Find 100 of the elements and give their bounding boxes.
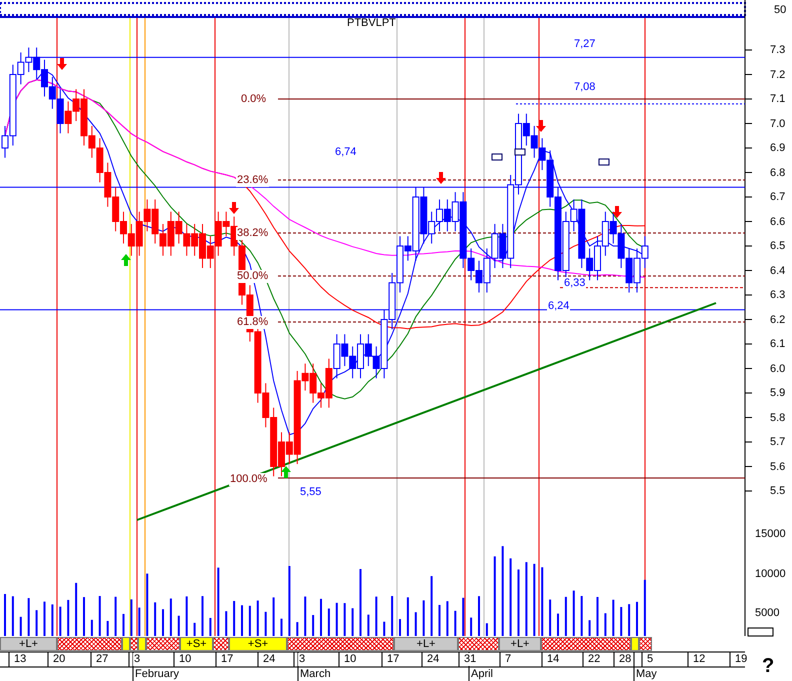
signal-segment: +S+	[229, 637, 287, 651]
volume-bar	[51, 604, 54, 636]
volume-axis-label: 15000	[755, 528, 786, 541]
price-axis-label: 7.3	[770, 44, 786, 57]
volume-bar	[75, 582, 78, 636]
volume-bar	[225, 611, 228, 636]
volume-bar	[170, 598, 172, 636]
help-icon[interactable]: ?	[762, 655, 774, 678]
volume-bar	[588, 620, 591, 636]
level-label: 5,55	[299, 486, 322, 499]
volume-bar	[20, 616, 22, 636]
fibonacci-label: 23.6%	[236, 174, 270, 187]
volume-bar	[67, 600, 70, 636]
price-axis-label: 5.7	[770, 436, 786, 449]
volume-bar	[620, 606, 622, 636]
marker-icon	[492, 154, 502, 160]
volume-bar	[256, 600, 259, 636]
volume-bar	[304, 596, 306, 636]
volume-bar	[430, 576, 433, 636]
price-axis-label: 6.5	[770, 240, 786, 253]
up-arrow-icon	[121, 254, 131, 266]
level-label: 6,74	[334, 146, 358, 159]
scrollbar-icon	[748, 628, 774, 636]
volume-bar	[454, 610, 456, 636]
volume-bar	[391, 596, 394, 636]
month-label: February	[135, 668, 180, 681]
price-axis-label: 5.9	[770, 387, 786, 400]
signal-segment: +L+	[499, 637, 541, 651]
volume-bar	[248, 606, 251, 636]
fibonacci-label: 50.0%	[236, 270, 270, 283]
volume-bar	[328, 608, 330, 636]
volume-bar	[375, 596, 378, 636]
level-label: 6,24	[547, 300, 570, 313]
price-axis-label: 6.7	[770, 191, 786, 204]
price-axis-label: 6.8	[770, 166, 786, 180]
price-axis-label: 6.4	[770, 264, 786, 278]
marker-icon	[598, 158, 610, 166]
signal-segment: +S+	[180, 637, 213, 651]
volume-bar	[296, 622, 298, 636]
volume-bar	[422, 600, 425, 636]
volume-bar	[194, 622, 196, 636]
volume-bar	[130, 599, 132, 636]
volume-bar	[178, 616, 180, 636]
volume-bar	[406, 597, 409, 636]
volume-bar	[114, 596, 117, 636]
price-axis-label: 5.8	[770, 412, 786, 424]
date-label: 31	[463, 653, 478, 666]
volume-bar	[36, 610, 38, 636]
volume-bar	[541, 567, 544, 636]
month-label: March	[300, 668, 331, 681]
price-axis-label: 5.6	[770, 460, 786, 474]
volume-bar	[462, 598, 464, 636]
volume-bar	[344, 603, 346, 636]
down-arrow-icon	[536, 120, 546, 132]
volume-bar	[549, 600, 552, 636]
volume-bar	[612, 600, 614, 636]
volume-bar	[564, 596, 567, 636]
price-axis-label: 6.9	[770, 142, 786, 155]
month-label: May	[636, 668, 657, 681]
fibonacci-label: 38.2%	[236, 227, 270, 240]
volume-bar	[154, 602, 156, 636]
volume-bar	[59, 606, 62, 636]
scale-label: 50	[774, 4, 786, 17]
signal-segment: +L+	[394, 637, 458, 651]
down-arrow-icon	[436, 172, 446, 184]
up-arrow-icon	[281, 466, 291, 478]
price-axis-label: 7.1	[770, 93, 786, 106]
chart-title: PTBVLPT	[347, 17, 396, 30]
volume-bar	[209, 618, 212, 636]
volume-bar	[98, 596, 101, 636]
fibonacci-label: 100.0%	[229, 473, 268, 486]
price-axis-label: 7.2	[770, 68, 786, 82]
marker-icon	[514, 148, 526, 156]
volume-bar	[186, 596, 188, 636]
volume-bar	[233, 600, 236, 636]
volume-bar	[367, 614, 370, 636]
down-arrow-icon	[229, 202, 239, 214]
volume-axis-label: 5000	[755, 607, 780, 620]
down-arrow-icon	[612, 206, 622, 218]
volume-bar	[604, 613, 606, 636]
volume-bar	[446, 601, 448, 636]
volume-bar	[383, 622, 386, 636]
fibonacci-label: 61.8%	[236, 316, 270, 329]
price-axis-label: 6.3	[770, 289, 786, 302]
price-axis-label: 6.1	[770, 338, 786, 351]
volume-bar	[486, 623, 488, 636]
price-axis-label: 5.5	[770, 485, 786, 498]
price-axis-label: 7.0	[770, 118, 786, 130]
down-arrow-icon	[57, 58, 67, 70]
volume-bar	[288, 566, 290, 636]
volume-bar	[352, 608, 354, 636]
price-axis-label: 6.0	[770, 362, 786, 376]
level-label: 7,08	[573, 81, 596, 94]
month-label: April	[471, 668, 494, 681]
volume-bar	[138, 608, 140, 636]
volume-bar	[28, 598, 30, 636]
volume-bar	[312, 615, 314, 636]
volume-axis-label: 10000	[755, 568, 786, 581]
volume-bar	[106, 620, 109, 636]
volume-bar	[644, 580, 646, 636]
